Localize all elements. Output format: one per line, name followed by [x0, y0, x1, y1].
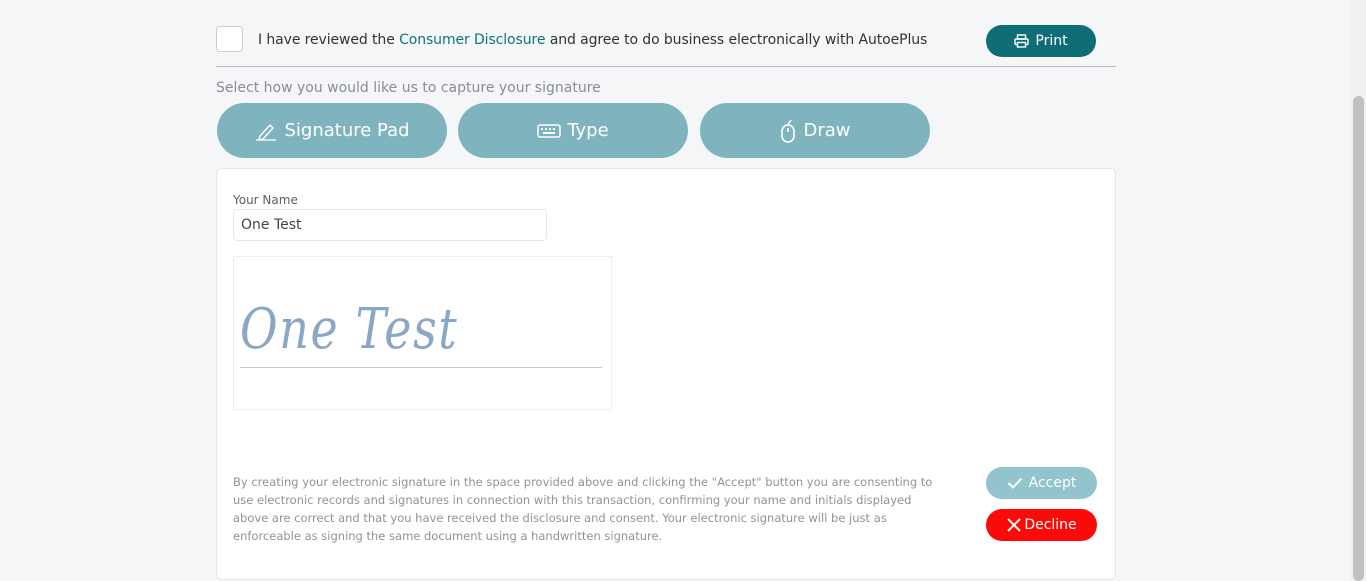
consent-row: I have reviewed the Consumer Disclosure … [216, 25, 1116, 67]
consent-text-after: and agree to do business electronically … [545, 32, 928, 48]
consent-checkbox[interactable] [216, 26, 243, 52]
draw-label: Draw [803, 120, 851, 141]
capture-prompt: Select how you would like us to capture … [216, 80, 601, 96]
decline-button[interactable]: Decline [986, 509, 1097, 541]
print-label: Print [1035, 33, 1068, 49]
consent-text-before: I have reviewed the [258, 32, 400, 48]
signature-pad-button[interactable]: Signature Pad [217, 103, 447, 158]
your-name-label: Your Name [233, 193, 298, 207]
signature-baseline [240, 367, 602, 368]
signature-preview: One Test [240, 297, 459, 362]
your-name-input[interactable] [233, 209, 547, 241]
signature-preview-box: One Test [233, 256, 612, 410]
scrollbar-track[interactable] [1350, 0, 1366, 581]
pen-icon [256, 123, 277, 141]
type-label: Type [567, 120, 609, 141]
consent-text: I have reviewed the Consumer Disclosure … [258, 32, 927, 48]
signature-panel: Your Name One Test By creating your elec… [216, 168, 1116, 580]
mouse-icon [781, 119, 796, 143]
keyboard-icon [537, 123, 562, 138]
esign-disclaimer: By creating your electronic signature in… [233, 475, 933, 543]
scrollbar-thumb[interactable] [1353, 96, 1364, 581]
signature-pad-label: Signature Pad [284, 120, 410, 141]
accept-button[interactable]: Accept [986, 467, 1097, 499]
print-button[interactable]: Print [986, 25, 1096, 57]
draw-button[interactable]: Draw [700, 103, 930, 158]
printer-icon [1014, 34, 1030, 48]
accept-label: Accept [1028, 475, 1077, 491]
consumer-disclosure-link[interactable]: Consumer Disclosure [399, 32, 545, 48]
check-icon [1007, 477, 1022, 489]
close-icon [1007, 518, 1022, 532]
type-button[interactable]: Type [458, 103, 688, 158]
decline-label: Decline [1024, 517, 1077, 533]
